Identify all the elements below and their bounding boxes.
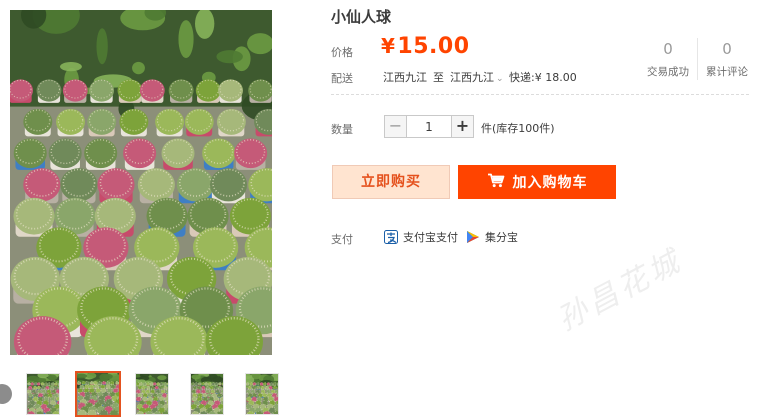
cactus-photo <box>10 10 272 355</box>
currency-symbol: ¥ <box>381 34 396 58</box>
ship-fee: ¥ 18.00 <box>534 71 577 84</box>
stat-transactions: 0 交易成功 <box>640 40 696 79</box>
stat-reviews[interactable]: 0 累计评论 <box>699 40 755 79</box>
jifenbao-icon <box>466 230 480 244</box>
thumbnail-image <box>27 374 59 414</box>
payment-jifenbao[interactable]: 集分宝 <box>466 229 518 245</box>
thumbnail-2[interactable] <box>75 371 121 417</box>
increase-quantity-button[interactable]: + <box>451 115 474 138</box>
thumbnail-strip <box>0 370 320 420</box>
section-divider <box>331 94 749 95</box>
quantity-stepper: − + <box>384 115 474 138</box>
price-label: 价格 <box>331 46 353 59</box>
stat-value: 0 <box>663 40 673 58</box>
add-to-cart-label: 加入购物车 <box>512 175 588 191</box>
ship-method: 快递: <box>509 71 535 84</box>
stock-info: 件(库存100件) <box>481 122 555 135</box>
thumbnail-5[interactable] <box>245 373 279 415</box>
thumbnail-image <box>191 374 223 414</box>
chevron-down-icon[interactable]: ⌄ <box>496 74 504 84</box>
shipping-info: 江西九江至江西九江 ⌄ 快递:¥ 18.00 <box>383 69 577 85</box>
decrease-quantity-button[interactable]: − <box>384 115 407 138</box>
ship-to-selector[interactable]: 江西九江 <box>450 71 494 84</box>
thumbnail-4[interactable] <box>190 373 224 415</box>
stat-label: 累计评论 <box>706 66 748 78</box>
quantity-label: 数量 <box>331 123 353 136</box>
payment-label: 支付 <box>331 233 353 246</box>
add-to-cart-button[interactable]: 加入购物车 <box>458 165 616 199</box>
price-amount: 15.00 <box>397 34 470 59</box>
ship-to-word: 至 <box>433 71 444 84</box>
stat-label: 交易成功 <box>647 66 689 78</box>
thumbnail-prev-button[interactable] <box>0 384 12 404</box>
main-product-image <box>10 10 272 355</box>
product-title: 小仙人球 <box>331 8 392 26</box>
watermark: 孙昌花城 <box>551 243 689 338</box>
thumbnail-image <box>77 373 119 415</box>
thumbnail-image <box>246 374 278 414</box>
thumbnail-image <box>136 374 168 414</box>
quantity-input[interactable] <box>407 115 451 138</box>
shopping-cart-icon <box>487 173 505 192</box>
thumbnail-3[interactable] <box>135 373 169 415</box>
payment-method-name: 集分宝 <box>485 231 518 244</box>
payment-alipay[interactable]: 支付宝支付 <box>384 229 458 245</box>
stat-value: 0 <box>722 40 732 58</box>
stat-divider <box>697 38 698 80</box>
payment-method-name: 支付宝支付 <box>403 231 458 244</box>
buy-now-button[interactable]: 立即购买 <box>332 165 450 199</box>
ship-from: 江西九江 <box>383 71 427 84</box>
thumbnail-1[interactable] <box>26 373 60 415</box>
alipay-icon <box>384 230 398 244</box>
shipping-label: 配送 <box>331 72 353 85</box>
price-value: ¥15.00 <box>381 34 470 59</box>
